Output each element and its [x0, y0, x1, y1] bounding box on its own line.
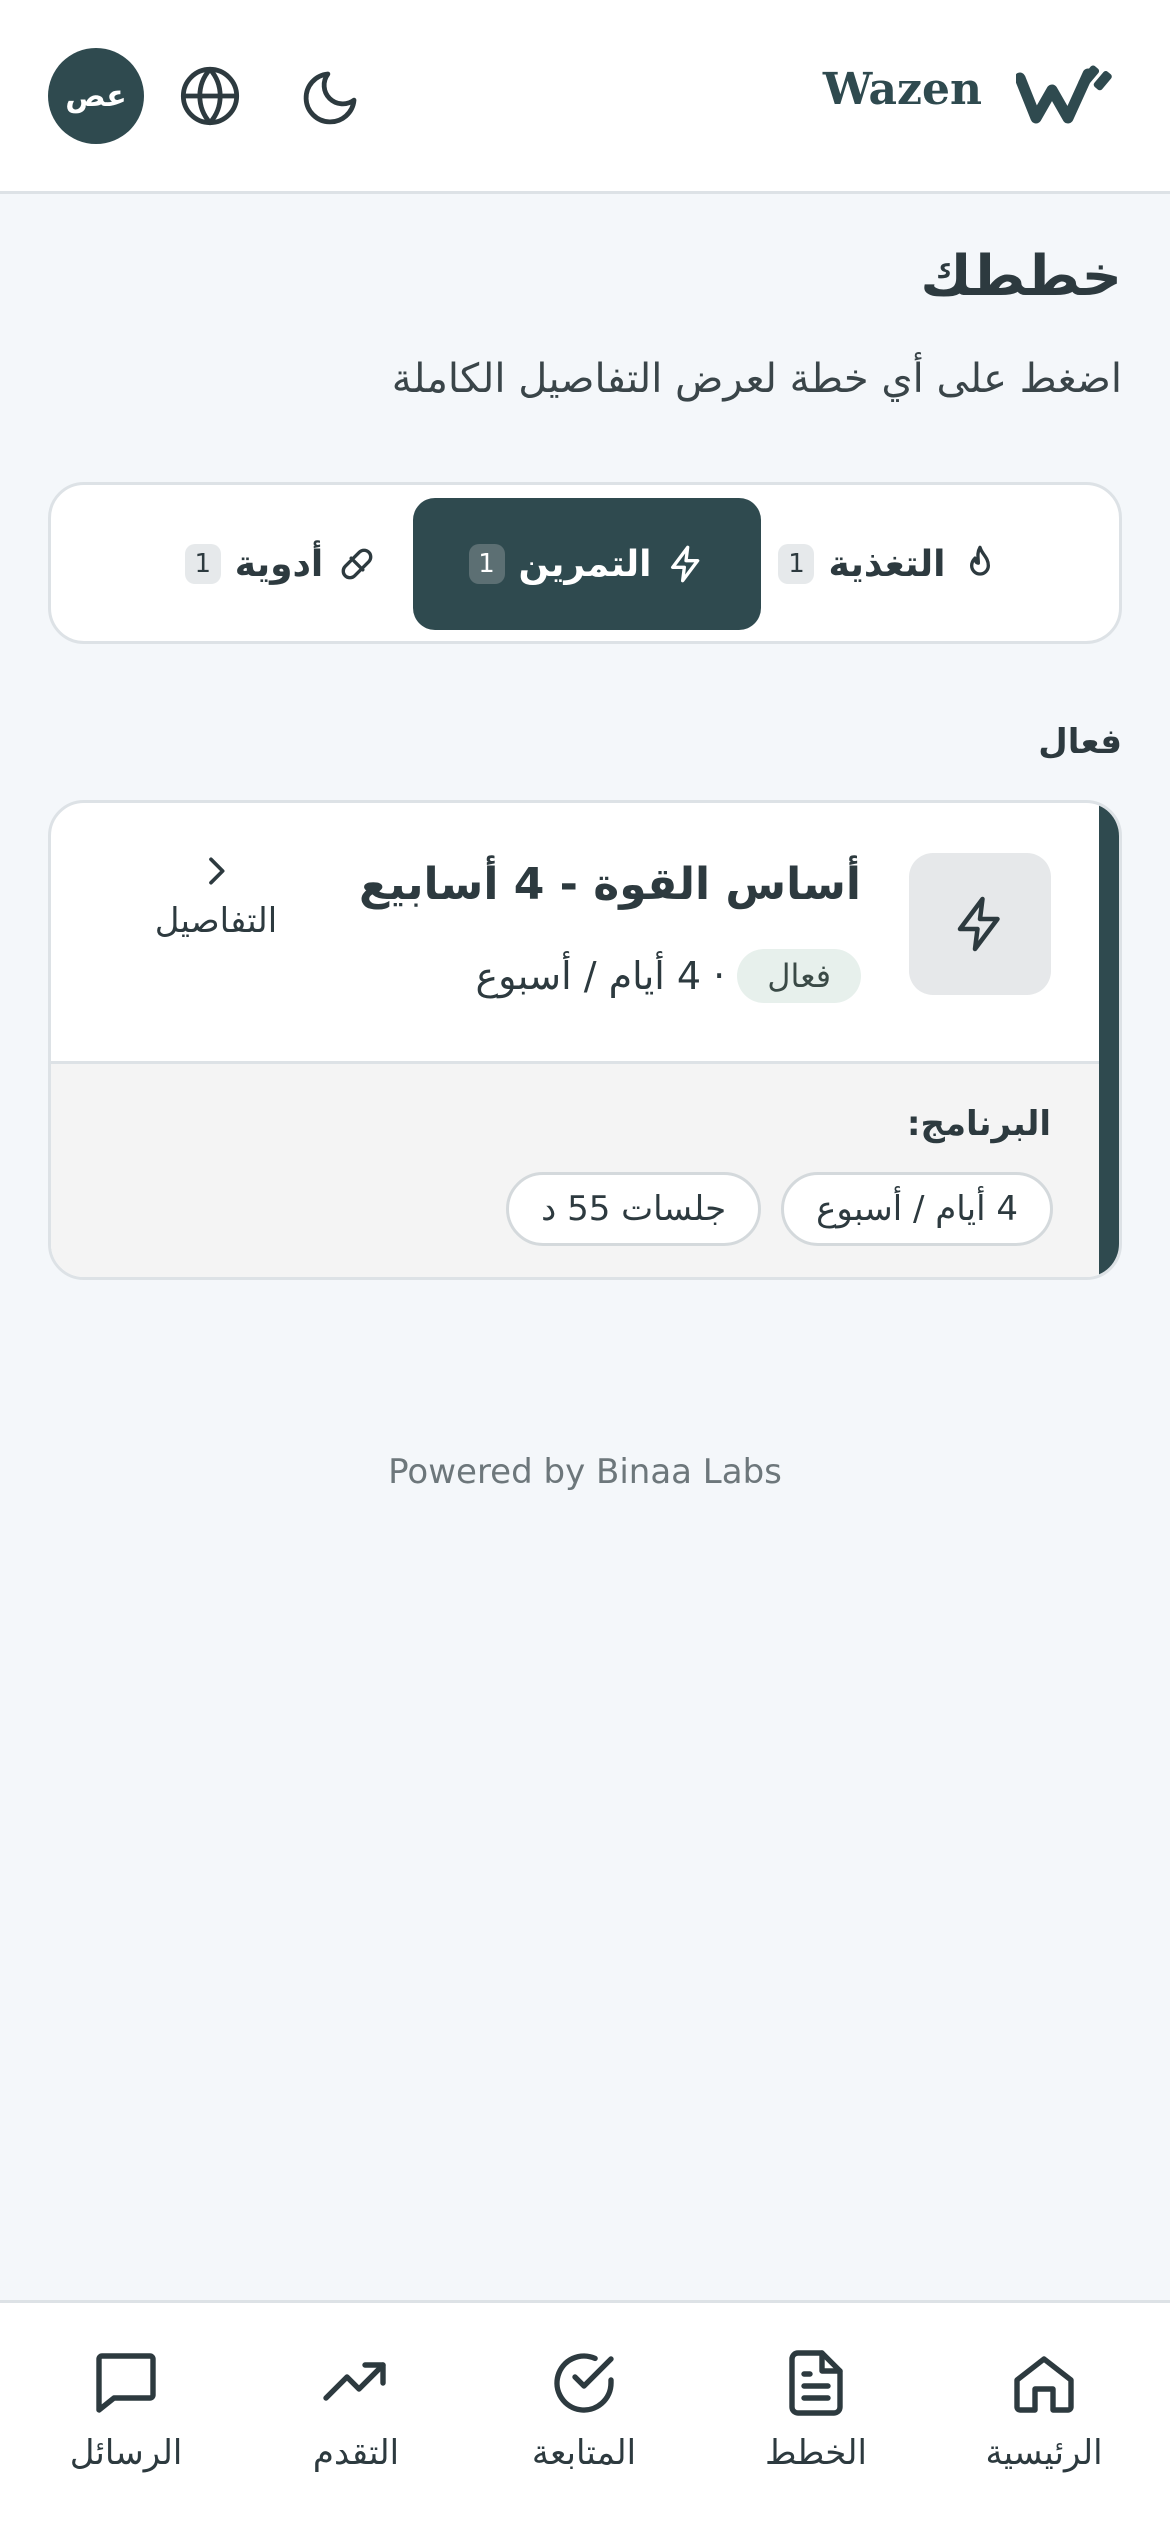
details-label: التفاصيل: [154, 901, 278, 941]
plan-card[interactable]: أساس القوة - 4 أسابيع فعال · 4 أيام / أس…: [48, 800, 1122, 1280]
avatar[interactable]: عص: [48, 48, 144, 144]
nav-item-followup[interactable]: المتابعة: [484, 2347, 684, 2497]
tab-exercise-count: 1: [468, 544, 505, 584]
page-subtitle: اضغط على أي خطة لعرض التفاصيل الكاملة: [391, 356, 1122, 402]
program-chip: 4 أيام / أسبوع: [781, 1172, 1053, 1246]
wazen-logo: [1016, 65, 1112, 124]
home-icon: [1014, 2356, 1074, 2413]
bottom-nav: الرئيسية الخطط المتابعة التقدم الرسائل: [0, 2300, 1170, 2532]
plan-icon-box: [909, 853, 1051, 995]
program-chip: جلسات 55 د: [506, 1172, 762, 1246]
brand-name: Wazen: [822, 64, 982, 115]
nav-label-followup: المتابعة: [531, 2433, 637, 2473]
moon-icon[interactable]: [298, 66, 362, 130]
nav-item-messages[interactable]: الرسائل: [26, 2347, 226, 2497]
tab-exercise-label: التمرين: [518, 543, 652, 585]
nav-label-progress: التقدم: [312, 2433, 400, 2473]
tab-medications-count: 1: [184, 544, 221, 584]
message-icon: [96, 2353, 156, 2413]
plan-card-header: أساس القوة - 4 أسابيع فعال · 4 أيام / أس…: [51, 803, 1099, 1061]
status-badge: فعال: [737, 949, 861, 1003]
top-bar: عص Wazen: [0, 0, 1170, 194]
tab-nutrition-label: التغذية: [828, 543, 946, 585]
program-chips: 4 أيام / أسبوع جلسات 55 د: [506, 1172, 1053, 1246]
bolt-icon: [670, 545, 699, 583]
details-button[interactable]: التفاصيل: [101, 851, 331, 981]
document-icon: [789, 2350, 843, 2416]
flame-icon: [969, 545, 990, 576]
plan-type-tabs: التغذية 1 التمرين 1 أدوية 1: [48, 482, 1122, 644]
tab-nutrition-count: 1: [778, 544, 815, 584]
plan-frequency: · 4 أيام / أسبوع: [475, 954, 726, 998]
nav-label-plans: الخطط: [765, 2433, 867, 2473]
page-title: خططك: [920, 244, 1122, 309]
nav-label-messages: الرسائل: [69, 2433, 183, 2473]
tab-nutrition[interactable]: التغذية 1: [715, 498, 1063, 630]
plan-title: أساس القوة - 4 أسابيع: [359, 859, 861, 910]
chevron-right-icon: [209, 857, 225, 885]
tab-medications[interactable]: أدوية 1: [107, 498, 455, 630]
tab-medications-label: أدوية: [234, 543, 324, 585]
nav-label-home: الرئيسية: [985, 2433, 1103, 2473]
program-label: البرنامج:: [906, 1104, 1051, 1144]
plan-card-accent: [1099, 803, 1119, 1277]
section-label-active: فعال: [1038, 722, 1122, 762]
nav-item-progress[interactable]: التقدم: [256, 2347, 456, 2497]
trending-up-icon: [323, 2362, 386, 2401]
nav-item-plans[interactable]: الخطط: [716, 2347, 916, 2497]
check-circle-icon: [554, 2353, 614, 2413]
globe-icon[interactable]: [178, 64, 242, 128]
plan-card-program: البرنامج: 4 أيام / أسبوع جلسات 55 د: [51, 1061, 1099, 1277]
plan-meta: فعال · 4 أيام / أسبوع: [475, 949, 861, 1003]
powered-by: Powered by Binaa Labs: [388, 1452, 782, 1492]
nav-item-home[interactable]: الرئيسية: [944, 2347, 1144, 2497]
bolt-icon: [957, 896, 1000, 952]
tab-exercise[interactable]: التمرين 1: [413, 498, 761, 630]
pill-icon: [341, 548, 373, 580]
